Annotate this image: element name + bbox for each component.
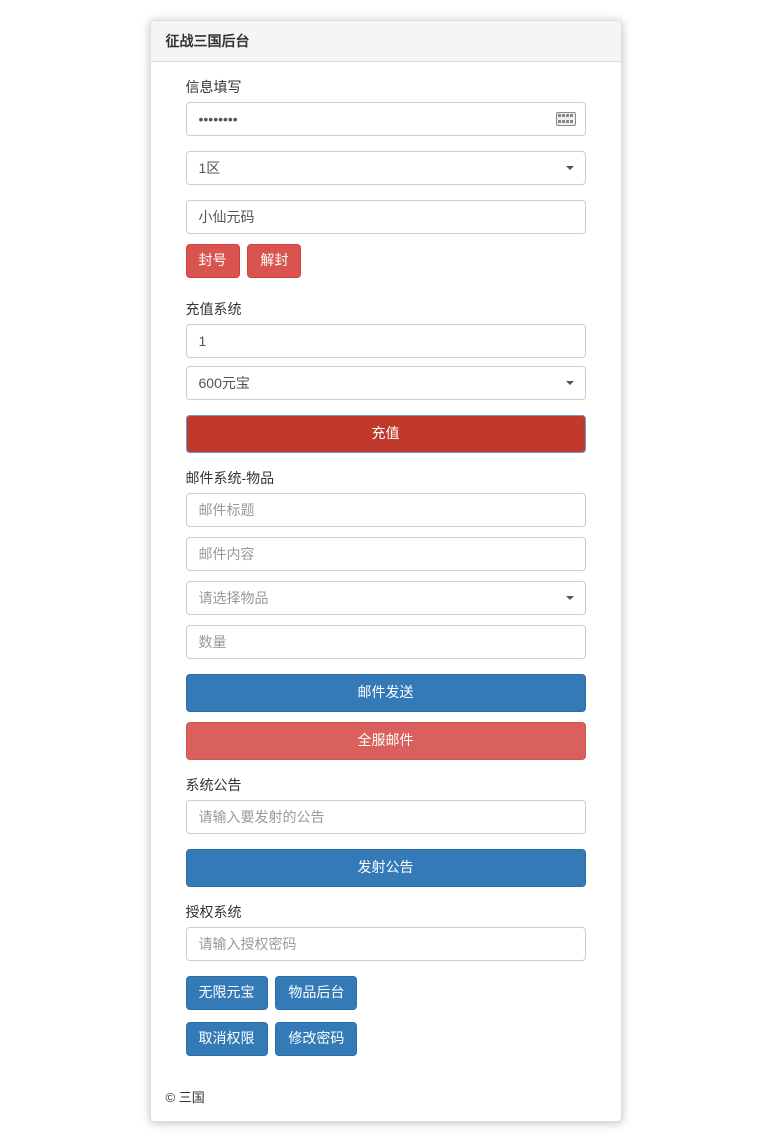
keyboard-icon: [556, 112, 576, 126]
notice-send-button[interactable]: 发射公告: [186, 849, 586, 887]
info-label: 信息填写: [186, 77, 586, 97]
mail-title-input[interactable]: [186, 493, 586, 527]
notice-label: 系统公告: [186, 775, 586, 795]
mail-qty-input[interactable]: [186, 625, 586, 659]
unban-button[interactable]: 解封: [247, 244, 301, 278]
mail-content-input[interactable]: [186, 537, 586, 571]
panel-body: 信息填写 封号 解封: [151, 62, 621, 1077]
mail-send-button[interactable]: 邮件发送: [186, 674, 586, 712]
ban-button[interactable]: 封号: [186, 244, 240, 278]
zone-select[interactable]: [186, 151, 586, 185]
recharge-qty-input[interactable]: [186, 324, 586, 358]
change-password-button[interactable]: 修改密码: [275, 1022, 357, 1056]
panel-title: 征战三国后台: [151, 21, 621, 62]
unlimited-gold-button[interactable]: 无限元宝: [186, 976, 268, 1010]
password-input[interactable]: [186, 102, 586, 136]
mail-item-select[interactable]: [186, 581, 586, 615]
notice-input[interactable]: [186, 800, 586, 834]
recharge-option-select[interactable]: [186, 366, 586, 400]
auth-label: 授权系统: [186, 902, 586, 922]
admin-panel: 征战三国后台 信息填写: [150, 20, 622, 1122]
mail-all-button[interactable]: 全服邮件: [186, 722, 586, 760]
revoke-auth-button[interactable]: 取消权限: [186, 1022, 268, 1056]
recharge-button[interactable]: 充值: [186, 415, 586, 453]
footer-copyright: © 三国: [151, 1077, 621, 1121]
mail-label: 邮件系统-物品: [186, 468, 586, 488]
nickname-input[interactable]: [186, 200, 586, 234]
auth-password-input[interactable]: [186, 927, 586, 961]
recharge-label: 充值系统: [186, 299, 586, 319]
items-admin-button[interactable]: 物品后台: [275, 976, 357, 1010]
